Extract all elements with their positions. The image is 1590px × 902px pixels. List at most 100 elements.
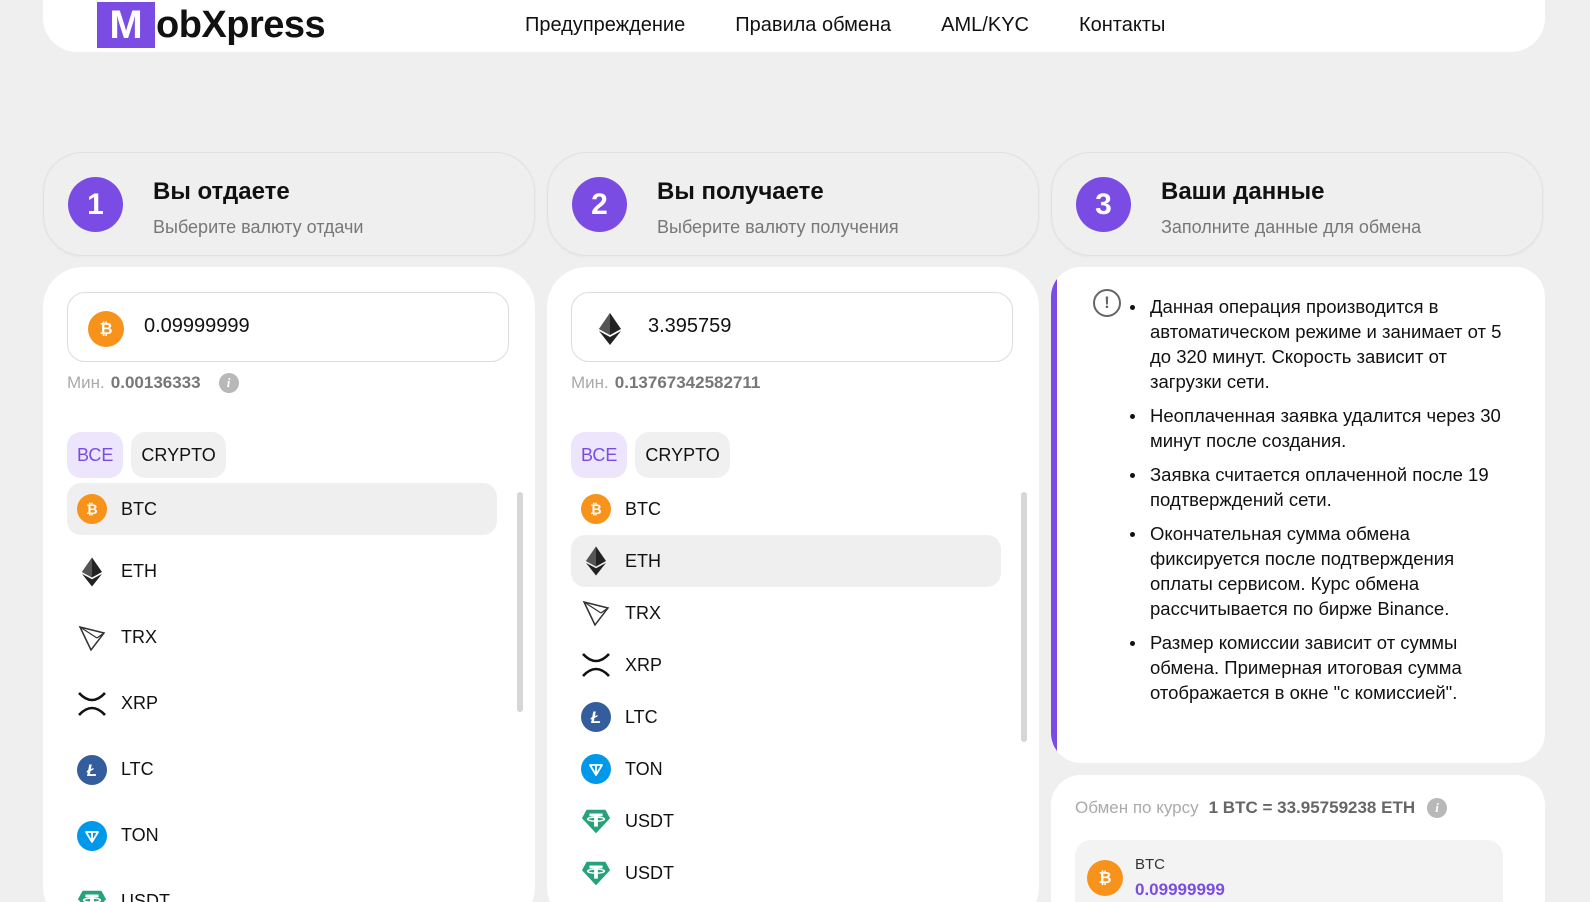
- currency-item-usdt[interactable]: USDT: [571, 795, 1001, 847]
- currency-item-xrp[interactable]: XRP: [67, 674, 497, 733]
- nav-exchange-rules[interactable]: Правила обмена: [735, 14, 891, 37]
- get-panel: 3.395759 Мин. 0.13767342582711 ВСЕ CRYPT…: [547, 267, 1039, 902]
- currency-item-btc[interactable]: ₿ BTC: [571, 483, 1001, 535]
- filter-crypto[interactable]: CRYPTO: [131, 432, 226, 478]
- svg-text:₿: ₿: [590, 501, 601, 517]
- currency-label: TRX: [121, 627, 157, 647]
- info-accent-bar: [1051, 267, 1057, 763]
- rate-panel: Обмен по курсу 1 BTC = 33.95759238 ETH i…: [1051, 775, 1545, 902]
- currency-item-usdt[interactable]: USDT: [571, 847, 1001, 899]
- currency-label: ETH: [625, 550, 661, 571]
- min-label: Мин.: [67, 373, 105, 392]
- give-amount-value[interactable]: 0.09999999: [144, 315, 250, 338]
- currency-label: USDT: [121, 891, 170, 902]
- step-title: Вы получаете: [657, 178, 824, 205]
- currency-item-eth[interactable]: ETH: [571, 535, 1001, 587]
- step-title: Вы отдаете: [153, 178, 290, 205]
- nav-aml-kyc[interactable]: AML/KYC: [941, 14, 1029, 37]
- logo-mark: M: [97, 2, 155, 48]
- nav-contacts[interactable]: Контакты: [1079, 14, 1165, 37]
- currency-item-xrp[interactable]: XRP: [571, 639, 1001, 691]
- currency-item-trx[interactable]: TRX: [67, 608, 497, 667]
- trx-icon: [581, 598, 611, 628]
- currency-label: TRX: [625, 602, 661, 623]
- give-min-line: Мин. 0.00136333 i: [67, 373, 239, 393]
- currency-item-usdt[interactable]: USDT: [67, 872, 497, 902]
- info-item: Размер комиссии зависит от суммы обмена.…: [1130, 630, 1520, 705]
- currency-label: BTC: [121, 498, 157, 519]
- give-panel: ₿ 0.09999999 Мин. 0.00136333 i ВСЕ CRYPT…: [43, 267, 535, 902]
- logo[interactable]: M obXpress: [97, 2, 326, 48]
- ton-icon: [581, 754, 611, 784]
- info-list: Данная операция производится в автоматич…: [1130, 294, 1520, 714]
- btc-icon: ₿: [1087, 860, 1123, 896]
- ltc-icon: Ł: [77, 754, 107, 785]
- filter-all[interactable]: ВСЕ: [571, 432, 628, 478]
- info-item: Данная операция производится в автоматич…: [1130, 294, 1520, 394]
- top-header: M obXpress Предупреждение Правила обмена…: [43, 0, 1545, 52]
- give-currency-list: ₿ BTC ETH TRX XRP Ł LTC TON USDT: [67, 483, 497, 902]
- currency-item-eth[interactable]: ETH: [67, 542, 497, 601]
- step-get: 2 Вы получаете Выберите валюту получения: [547, 152, 1039, 256]
- give-list-scrollbar[interactable]: [517, 492, 523, 712]
- currency-label: TON: [121, 825, 159, 845]
- btc-icon: ₿: [581, 494, 611, 524]
- give-filters: ВСЕ CRYPTO: [67, 432, 226, 478]
- main-nav: Предупреждение Правила обмена AML/KYC Ко…: [525, 14, 1165, 37]
- currency-label: USDT: [625, 862, 674, 883]
- eth-icon: [592, 311, 628, 347]
- info-icon[interactable]: i: [218, 373, 239, 393]
- btc-icon: ₿: [77, 494, 107, 524]
- info-panel: ! Данная операция производится в автомат…: [1051, 267, 1545, 763]
- step-give: 1 Вы отдаете Выберите валюту отдачи: [43, 152, 535, 256]
- ton-icon: [77, 820, 107, 851]
- btc-icon: ₿: [88, 311, 124, 347]
- filter-crypto[interactable]: CRYPTO: [635, 432, 730, 478]
- rate-value: 1 BTC = 33.95759238 ETH: [1208, 798, 1416, 817]
- currency-item-ltc[interactable]: Ł LTC: [571, 691, 1001, 743]
- min-label: Мин.: [571, 373, 609, 392]
- currency-item-btc[interactable]: ₿ BTC: [67, 483, 497, 535]
- step-subtitle: Заполните данные для обмена: [1161, 217, 1422, 237]
- eth-icon: [581, 546, 611, 576]
- get-filters: ВСЕ CRYPTO: [571, 432, 730, 478]
- currency-item-ltc[interactable]: Ł LTC: [67, 740, 497, 799]
- logo-text: obXpress: [156, 3, 326, 46]
- currency-label: USDT: [625, 810, 674, 831]
- usdt-icon: [581, 858, 611, 888]
- currency-item-ton[interactable]: TON: [571, 743, 1001, 795]
- rate-line: Обмен по курсу 1 BTC = 33.95759238 ETH i: [1075, 798, 1448, 818]
- info-item: Окончательная сумма обмена фиксируется п…: [1130, 521, 1520, 621]
- usdt-icon: [77, 887, 107, 902]
- min-value: 0.13767342582711: [614, 373, 761, 392]
- get-currency-list: ₿ BTC ETH TRX XRP Ł LTC TON USDT USDT: [571, 483, 1001, 899]
- step-details: 3 Ваши данные Заполните данные для обмен…: [1051, 152, 1543, 256]
- step-title: Ваши данные: [1161, 178, 1325, 205]
- rate-label: Обмен по курсу: [1075, 798, 1199, 817]
- usdt-icon: [581, 806, 611, 836]
- get-list-scrollbar[interactable]: [1021, 492, 1027, 742]
- info-item: Заявка считается оплаченной после 19 под…: [1130, 462, 1520, 512]
- filter-all[interactable]: ВСЕ: [67, 432, 124, 478]
- send-summary: ₿ BTC 0.09999999: [1075, 840, 1503, 902]
- svg-text:₿: ₿: [1098, 869, 1111, 887]
- step-subtitle: Выберите валюту получения: [657, 217, 899, 237]
- get-min-line: Мин. 0.13767342582711: [571, 373, 760, 393]
- info-icon[interactable]: i: [1427, 798, 1448, 818]
- xrp-icon: [77, 689, 107, 719]
- xrp-icon: [581, 650, 611, 680]
- get-amount-value[interactable]: 3.395759: [648, 315, 731, 338]
- currency-label: ETH: [121, 561, 157, 581]
- nav-warning[interactable]: Предупреждение: [525, 14, 685, 37]
- currency-label: XRP: [121, 693, 159, 713]
- get-amount-field[interactable]: 3.395759: [571, 292, 1013, 362]
- exclamation-icon: !: [1093, 289, 1121, 317]
- step-number: 2: [572, 177, 627, 232]
- give-amount-field[interactable]: ₿ 0.09999999: [67, 292, 509, 362]
- send-symbol: BTC: [1135, 856, 1165, 873]
- svg-text:₿: ₿: [86, 501, 97, 517]
- currency-item-trx[interactable]: TRX: [571, 587, 1001, 639]
- currency-item-ton[interactable]: TON: [67, 806, 497, 865]
- svg-text:Ł: Ł: [86, 761, 97, 779]
- svg-text:Ł: Ł: [590, 708, 601, 726]
